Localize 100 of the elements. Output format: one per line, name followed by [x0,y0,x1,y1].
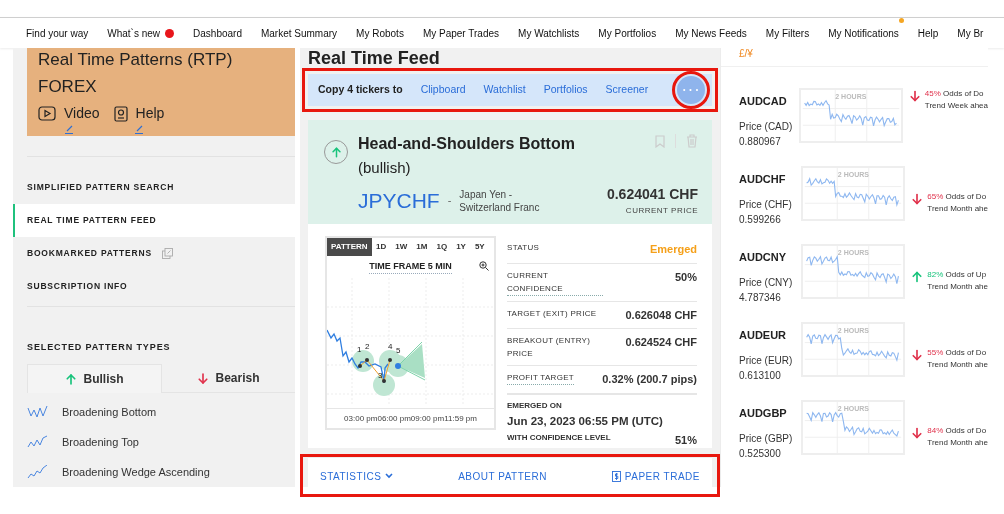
arrow-up-icon [911,270,924,284]
watch-price: 0.525300 [739,446,782,461]
emerged-label: EMERGED ON [507,399,563,412]
price-caption: Price (CHF) [739,197,793,212]
nav-link[interactable]: Find your way [26,25,89,41]
watch-symbol: AUDCAD [739,94,788,109]
nav-link[interactable]: My Robots [356,25,404,41]
timeframe-tab[interactable]: 1Y [451,238,471,256]
point-label: 2 [365,342,370,351]
sidebar-menu-item[interactable]: REAL TIME PATTERN FEED [13,203,295,237]
nav-link[interactable]: Dashboard [193,25,242,41]
confidence-value: 51% [674,432,697,448]
toolbar-label: Copy 4 tickers to [318,82,403,98]
bookmark-icon[interactable] [655,134,665,148]
nav-link[interactable]: My Filters [765,25,810,41]
watch-price: 4.787346 [739,290,782,305]
pencil-icon[interactable] [63,125,74,134]
arrow-down-icon [911,192,924,206]
pencil-icon[interactable] [133,125,144,134]
stat-label: CURRENT CONFIDENCE [507,268,603,296]
price-caption: Price (EUR) [739,353,794,368]
chevron-down-icon [385,473,394,480]
nav-link[interactable]: Help [917,25,939,41]
watch-price: 0.599266 [739,212,782,227]
price-caption: Price (CNY) [739,275,794,290]
pattern-type-item[interactable]: Broadening Wedge Ascending [27,457,295,487]
price-caption: Price (GBP) [739,431,794,446]
point-label: 5 [396,346,401,355]
card-title: Real Time Patterns (RTP) [38,50,234,70]
trend-text: Trend Month ahe [927,203,988,215]
copy-target-link[interactable]: Portfolios [543,82,588,98]
point-label: 4 [388,342,393,351]
copy-target-link[interactable]: Clipboard [420,82,466,98]
timeframe-tab[interactable]: 1Q [431,238,452,256]
separator-text: - [447,193,452,209]
watch-symbol: AUDGBP [739,406,788,421]
arrow-down-icon [197,371,210,385]
help-link[interactable]: Video [38,103,100,124]
timeframe-tab[interactable]: 5Y [470,238,490,256]
stat-label: TARGET (EXIT) PRICE [507,307,597,320]
sidebar-menu-item[interactable]: SIMPLIFIED PATTERN SEARCH [13,170,295,204]
trend-text: Trend Month ahe [927,359,988,371]
nav-link[interactable]: What`s new [107,25,175,41]
nav-link[interactable]: My News Feeds [675,25,747,41]
pattern-direction-tab[interactable]: Bullish [27,364,162,393]
timeframe-tab[interactable]: 1D [371,238,391,256]
nav-link[interactable]: My Portfolios [598,25,657,41]
trend-text: Trend Week ahea [924,100,988,112]
dollar-document-icon [611,470,621,482]
section-heading: SELECTED PATTERN TYPES [27,340,172,354]
currency-symbols: £/¥ [739,48,753,60]
arrow-up-icon [65,372,78,386]
copy-target-link[interactable]: Screener [605,82,649,98]
stat-value: Emerged [649,242,697,257]
ticker-symbol-link[interactable]: JPYCHF [358,188,440,213]
timeframe-tab[interactable]: 1M [411,238,432,256]
stat-value: 0.624524 CHF [625,335,697,350]
nav-link[interactable]: Market Summary [260,25,338,41]
axis-label: 11:59 pm [444,412,477,425]
trend-text: Trend Month ahe [927,281,988,293]
page-title: Real Time Feed [308,48,440,68]
point-label: 1 [357,345,362,354]
watch-symbol: AUDEUR [739,328,788,343]
watch-symbol: AUDCNY [739,250,788,265]
odds-text: 45% Odds of Do [924,88,985,100]
zoom-in-icon[interactable] [479,261,489,271]
pattern-type-item[interactable]: Broadening Top [27,427,295,457]
nav-link[interactable]: My Notifications [828,25,899,41]
nav-link[interactable]: My Br [957,25,984,41]
stat-value: 0.32% (200.7 pips) [602,372,697,387]
timeframe-tab[interactable]: PATTERN [327,238,372,256]
current-price: 0.624041 CHF [606,185,698,204]
chart-title: TIME FRAME 5 MIN [369,259,452,275]
nav-link[interactable]: My Watchlists [518,25,580,41]
pattern-type-item[interactable]: Broadening Bottom [27,397,295,427]
sidebar-menu-item[interactable]: SUBSCRIPTION INFO [13,269,295,303]
trend-text: Trend Month ahe [927,437,988,449]
watch-price: 0.613100 [739,368,782,383]
axis-label: 09:00 pm [410,412,445,425]
nav-link[interactable]: My Paper Trades [422,25,500,41]
external-link-icon [161,247,173,259]
arrow-up-icon [330,146,342,158]
timeframe-tab[interactable]: 1W [390,238,412,256]
help-link[interactable]: Help [113,103,165,124]
point-label: 3 [378,371,383,380]
copy-target-link[interactable]: Watchlist [483,82,526,98]
stat-value: 0.626048 CHF [625,307,697,323]
sidebar-menu-item[interactable]: BOOKMARKED PATTERNS [13,236,295,270]
stat-label: BREAKOUT (ENTRY) PRICE [507,335,592,360]
price-caption: CURRENT PRICE [625,205,698,217]
card-footer-link[interactable]: PAPER TRADE [611,468,700,484]
card-footer-link[interactable]: STATISTICS [320,468,394,484]
trash-icon[interactable] [686,134,698,148]
price-caption: Price (CAD) [739,119,794,134]
book-icon [113,105,128,122]
axis-label: 06:00 pm [377,412,411,425]
arrow-down-icon [911,348,924,362]
card-footer-link[interactable]: ABOUT PATTERN [458,468,547,484]
stat-value: 50% [674,269,697,285]
card-subtitle: FOREX [38,76,98,98]
